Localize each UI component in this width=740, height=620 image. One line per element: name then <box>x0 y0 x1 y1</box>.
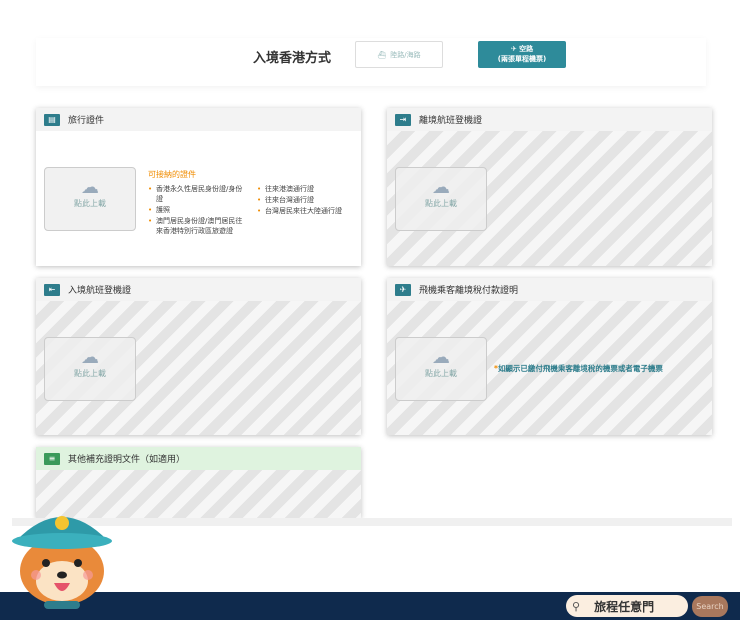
plane-icon: ✈ <box>510 45 517 53</box>
arrival-boarding-pass-card: ⇤ 入境航班登機證 ☁ 點此上載 <box>36 278 361 435</box>
id-card-icon: ▤ <box>44 113 60 126</box>
departure-tax-note: *如顯示已繳付飛機乘客離境稅的機票或者電子機票 <box>494 364 663 373</box>
bus-ship-icon: ⛴ <box>377 50 387 59</box>
search-button[interactable]: Search <box>692 596 728 617</box>
search-input[interactable]: ⚲ 旅程任意門 <box>566 595 688 617</box>
search-icon: ⚲ <box>572 599 581 613</box>
travel-document-card: ▤旅行證件 ☁點此上載 可接納的證件 香港永久性居民身份證/身份證護照澳門居民身… <box>36 108 361 266</box>
upload-button[interactable]: ☁ 點此上載 <box>395 337 487 401</box>
accepted-documents: 可接納的證件 香港永久性居民身份證/身份證護照澳門居民身份證/澳門居民往來香港特… <box>148 169 352 237</box>
upload-button[interactable]: ☁ 點此上載 <box>44 167 136 231</box>
boarding-pass-icon: ⇥ <box>395 113 411 126</box>
entry-method-panel: 入境香港方式 ⛴ 陸路/海路 ✈ 空路 (兩張單程機票) <box>36 38 706 86</box>
boarding-pass-icon: ⇤ <box>44 283 60 296</box>
cloud-upload-icon: ☁ <box>81 177 99 198</box>
upload-button[interactable]: ☁ 點此上載 <box>395 167 487 231</box>
mascot-icon[interactable] <box>8 503 116 613</box>
departure-tax-card: ✈ 飛機乘客離境稅付款證明 ☁ 點此上載 *如顯示已繳付飛機乘客離境稅的機票或者電子… <box>387 278 712 435</box>
receipt-icon: ✈ <box>395 283 411 296</box>
land-sea-button[interactable]: ⛴ 陸路/海路 <box>355 41 443 68</box>
cloud-upload-icon: ☁ <box>81 347 99 368</box>
entry-method-title: 入境香港方式 <box>253 51 332 66</box>
cloud-upload-icon: ☁ <box>432 177 450 198</box>
upload-button[interactable]: ☁ 點此上載 <box>44 337 136 401</box>
air-button[interactable]: ✈ 空路 (兩張單程機票) <box>478 41 566 68</box>
scroll-shadow <box>12 518 732 526</box>
cloud-upload-icon: ☁ <box>432 347 450 368</box>
document-icon: ≡ <box>44 452 60 465</box>
departure-boarding-pass-card: ⇥ 離境航班登機證 ☁ 點此上載 <box>387 108 712 266</box>
